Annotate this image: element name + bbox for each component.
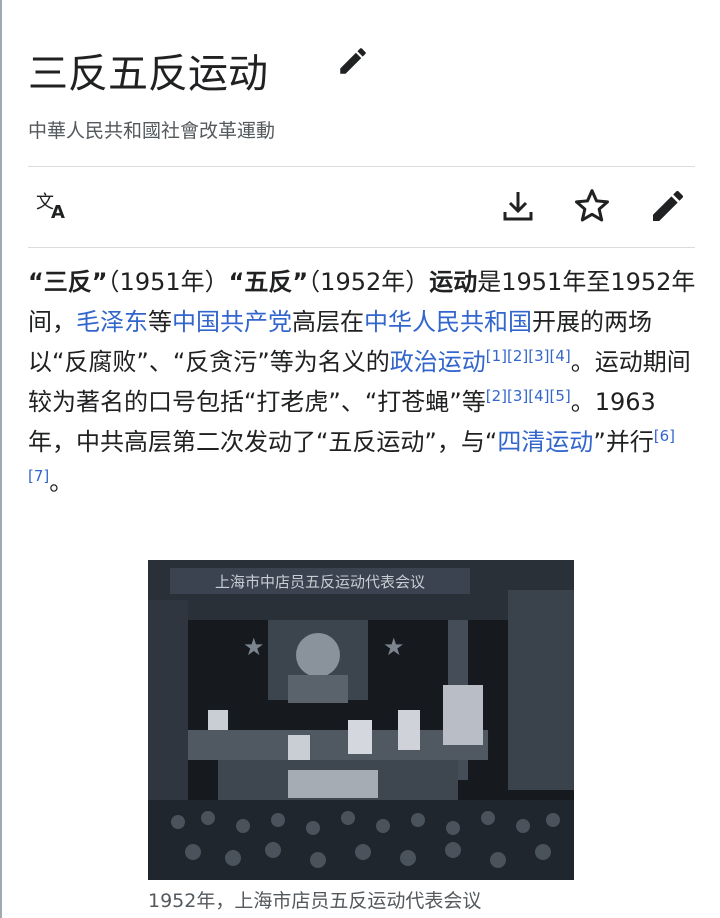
ref-link[interactable]: [2] [486, 387, 507, 405]
divider-top [28, 166, 695, 167]
text-span: （1951年） [107, 268, 229, 296]
edit-title-pencil-icon[interactable] [336, 44, 370, 78]
text-span: 高层在 [292, 308, 364, 336]
ref-link[interactable]: [3] [507, 387, 528, 405]
pencil-icon[interactable] [648, 186, 688, 226]
ref-link[interactable]: [1] [486, 347, 507, 365]
bold-term-sanfan: “三反” [28, 268, 108, 296]
language-icon[interactable]: 文 A [32, 186, 72, 226]
bold-term-wufan: “五反” [228, 268, 309, 296]
ref-link[interactable]: [3] [528, 347, 549, 365]
page-actions-toolbar: 文 A [28, 178, 695, 240]
link-siqing-movement[interactable]: 四清运动 [497, 428, 593, 456]
link-political-movement[interactable]: 政治运动 [390, 348, 486, 376]
divider-bottom [28, 247, 695, 248]
ref-link[interactable]: [7] [28, 467, 49, 485]
link-mao-zedong[interactable]: 毛泽东 [76, 308, 148, 336]
page-subtitle: 中華人民共和國社會改革運動 [28, 120, 276, 142]
figure-caption: 1952年，上海市店员五反运动代表会议 [148, 890, 482, 912]
svg-text:★: ★ [383, 633, 405, 661]
ref-link[interactable]: [4] [528, 387, 549, 405]
svg-text:A: A [51, 202, 65, 223]
svg-text:★: ★ [243, 633, 265, 661]
refs-group-2: [2][3][4][5] [486, 387, 571, 405]
left-border [0, 0, 2, 918]
ref-link[interactable]: [2] [507, 347, 528, 365]
ref-link[interactable]: [4] [549, 347, 570, 365]
meeting-photo[interactable]: 上海市中店员五反运动代表会议 ★ ★ [148, 560, 574, 880]
text-span: ”并行 [593, 428, 654, 456]
refs-group-1: [1][2][3][4] [486, 347, 571, 365]
text-span: （1952年） [308, 268, 430, 296]
photo-banner-text: 上海市中店员五反运动代表会议 [215, 573, 425, 591]
download-icon[interactable] [498, 186, 538, 226]
text-span: 。 [49, 468, 74, 496]
ref-link[interactable]: [6] [654, 427, 675, 445]
page-title: 三反五反运动 [28, 51, 268, 97]
link-prc[interactable]: 中华人民共和国 [364, 308, 532, 336]
text-span: 等 [148, 308, 172, 336]
title-row: 三反五反运动 [28, 40, 698, 110]
ref-link[interactable]: [5] [549, 387, 570, 405]
link-ccp[interactable]: 中国共产党 [172, 308, 292, 336]
article-figure: 上海市中店员五反运动代表会议 ★ ★ 1952年，上海市店员五反运动代表会议 [148, 560, 574, 914]
article-paragraph: “三反”（1951年）“五反”（1952年）运动是1951年至1952年间，毛泽… [28, 262, 700, 502]
bold-term-yundong: 运动 [429, 268, 478, 296]
star-icon[interactable] [572, 186, 612, 226]
